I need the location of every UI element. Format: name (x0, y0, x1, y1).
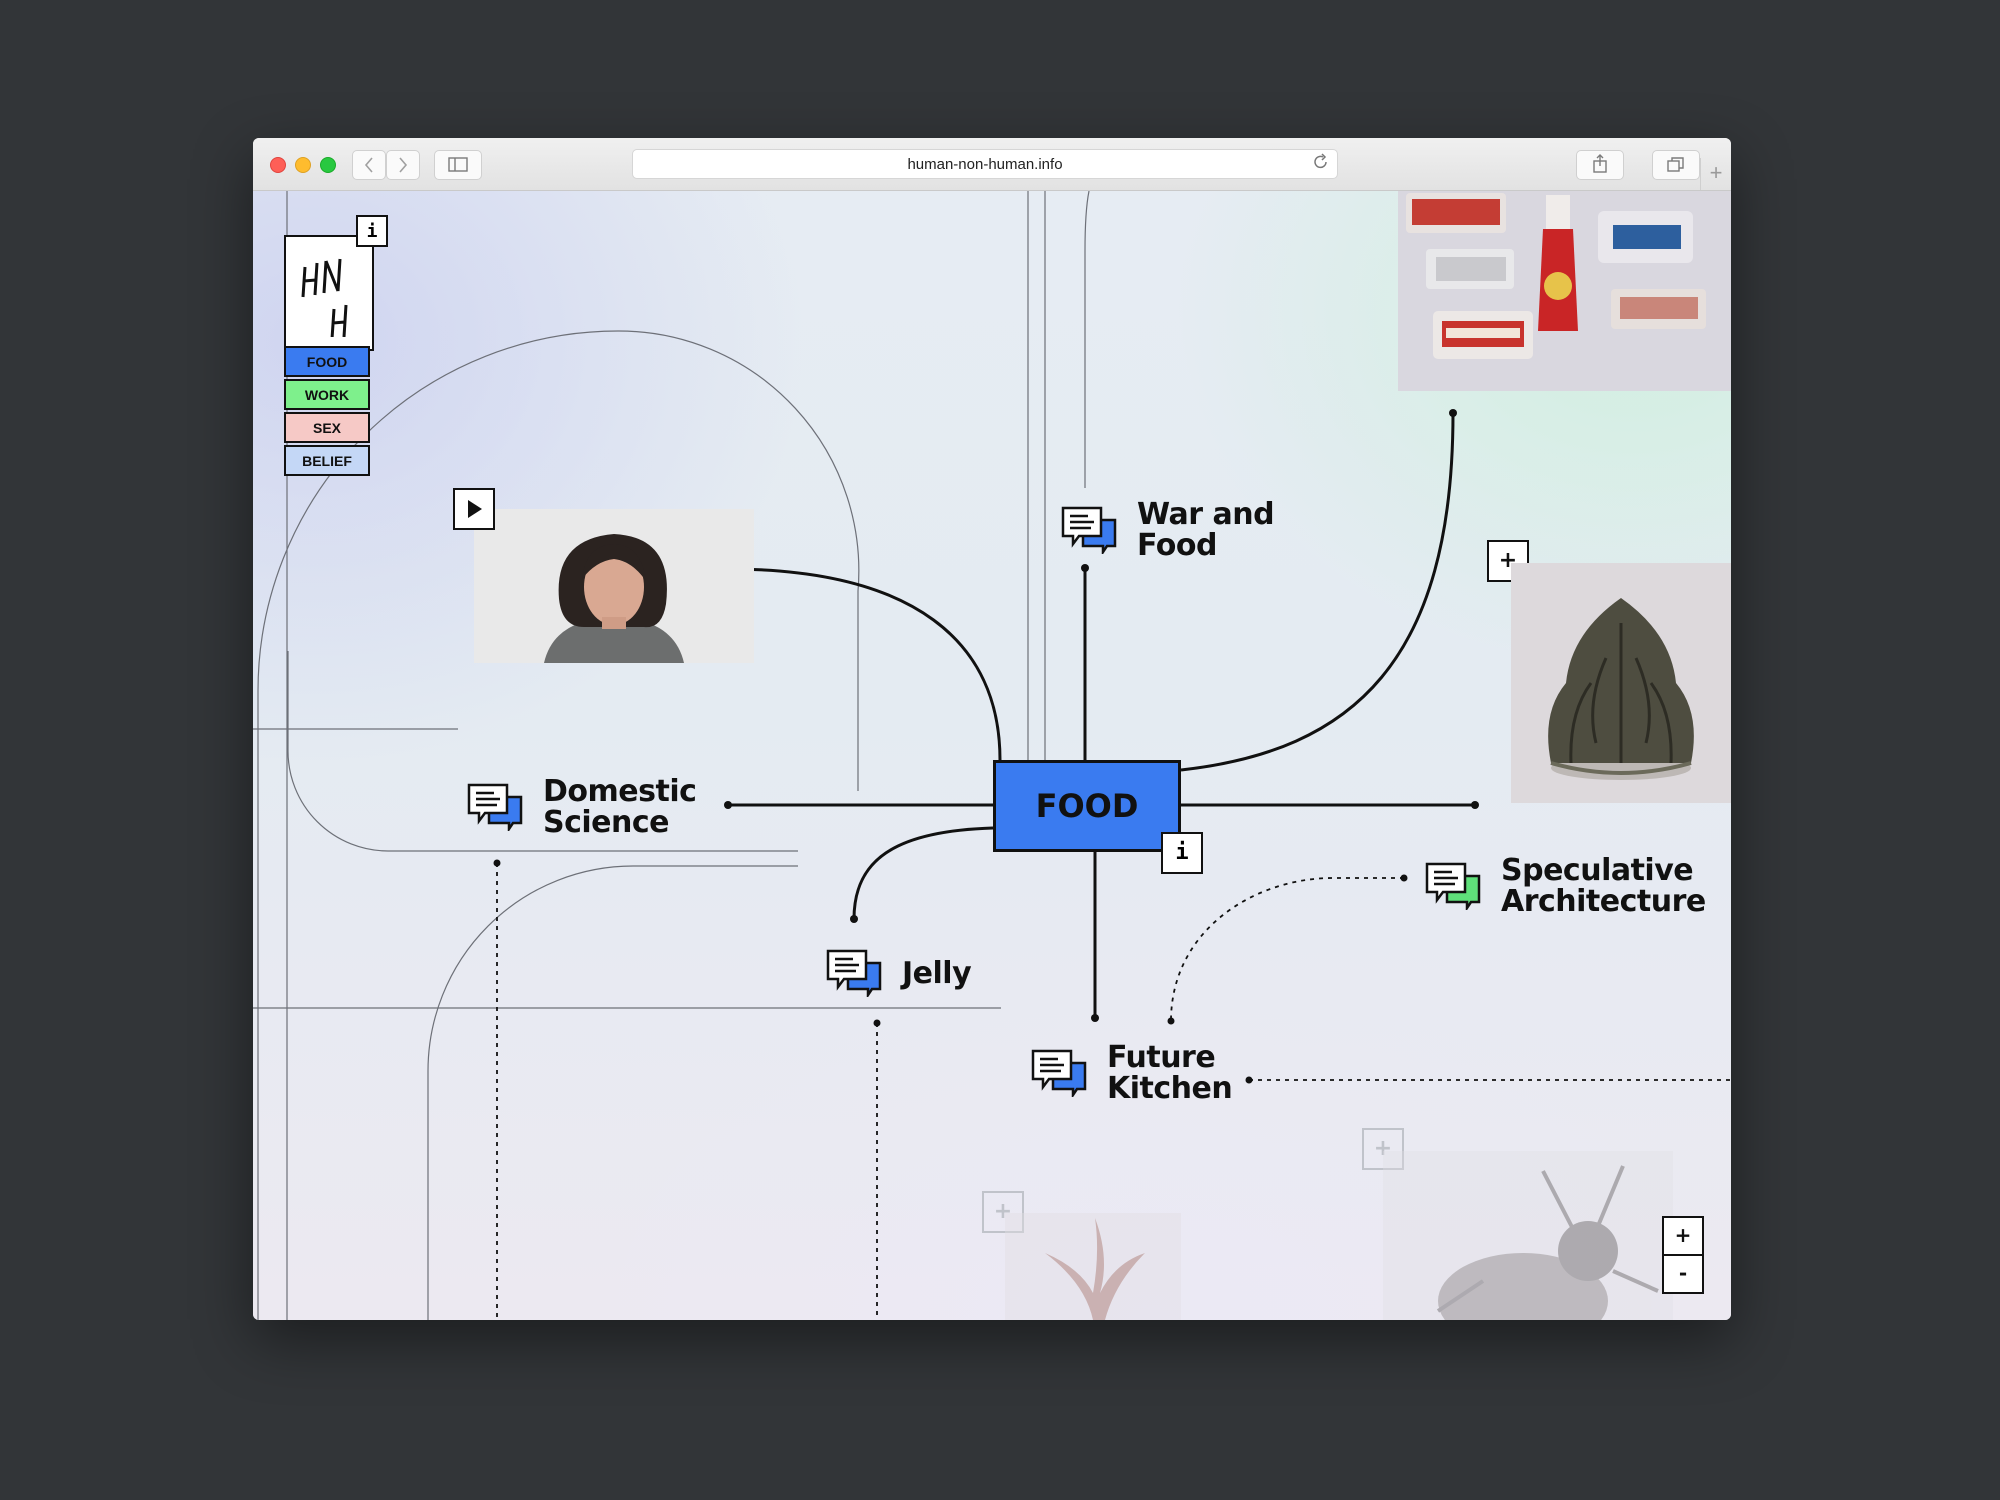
video-thumbnail[interactable] (474, 509, 754, 663)
chevron-right-icon (399, 157, 408, 173)
sidebar-toggle-button[interactable] (434, 150, 482, 180)
browser-toolbar: human-non-human.info + (253, 138, 1731, 191)
share-icon (1593, 154, 1607, 173)
chat-bubbles-icon (1031, 1049, 1087, 1097)
minimize-window-button[interactable] (295, 157, 311, 173)
hnh-logo-mark (301, 258, 348, 337)
category-food[interactable]: FOOD (284, 346, 370, 377)
chat-bubbles-icon (826, 949, 882, 997)
zoom-in-button[interactable]: + (1662, 1216, 1704, 1256)
browser-window: human-non-human.info + i FOOD WORK SEX B… (253, 138, 1731, 1320)
node-war-and-food[interactable]: War and Food (1061, 497, 1275, 563)
map-canvas[interactable]: i FOOD WORK SEX BELIEF + + + FOOD i War … (253, 191, 1731, 1320)
chevron-left-icon (364, 157, 373, 173)
jelly-mould-photo[interactable] (1511, 563, 1731, 803)
node-future-kitchen[interactable]: Future Kitchen (1031, 1040, 1233, 1106)
category-sex[interactable]: SEX (284, 412, 370, 443)
new-tab-button[interactable]: + (1700, 158, 1731, 190)
forward-button[interactable] (386, 150, 420, 180)
flower-photo[interactable] (1005, 1213, 1181, 1320)
zoom-window-button[interactable] (320, 157, 336, 173)
food-hub-node[interactable]: FOOD (993, 760, 1181, 852)
about-info-button[interactable]: i (356, 215, 388, 247)
node-domestic-science[interactable]: Domestic Science (467, 774, 697, 840)
reload-icon[interactable] (1313, 153, 1329, 176)
node-label: Domestic Science (543, 774, 697, 840)
category-work[interactable]: WORK (284, 379, 370, 410)
sidebar-icon (448, 157, 468, 172)
beetle-photo[interactable] (1383, 1151, 1673, 1320)
category-belief[interactable]: BELIEF (284, 445, 370, 476)
tabs-overview-button[interactable] (1652, 150, 1700, 180)
node-jelly[interactable]: Jelly (826, 949, 972, 997)
rations-photo[interactable] (1398, 191, 1731, 391)
site-logo[interactable] (284, 235, 374, 351)
chat-bubbles-icon (1061, 506, 1117, 554)
node-label: Speculative Architecture (1501, 853, 1706, 919)
food-info-button[interactable]: i (1161, 832, 1203, 874)
share-button[interactable] (1576, 150, 1624, 180)
close-window-button[interactable] (270, 157, 286, 173)
chat-bubbles-icon (467, 783, 523, 831)
zoom-controls: + - (1662, 1216, 1704, 1294)
play-icon (468, 500, 482, 518)
address-bar[interactable]: human-non-human.info (632, 149, 1338, 179)
node-speculative-architecture[interactable]: Speculative Architecture (1425, 855, 1706, 917)
node-label: Future Kitchen (1107, 1040, 1233, 1106)
zoom-out-button[interactable]: - (1662, 1254, 1704, 1294)
node-label: War and Food (1137, 497, 1275, 563)
chat-bubbles-icon (1425, 862, 1481, 910)
url-text: human-non-human.info (907, 156, 1063, 173)
play-video-button[interactable] (453, 488, 495, 530)
node-label: Jelly (902, 955, 972, 991)
tabs-icon (1667, 157, 1684, 172)
back-button[interactable] (352, 150, 386, 180)
